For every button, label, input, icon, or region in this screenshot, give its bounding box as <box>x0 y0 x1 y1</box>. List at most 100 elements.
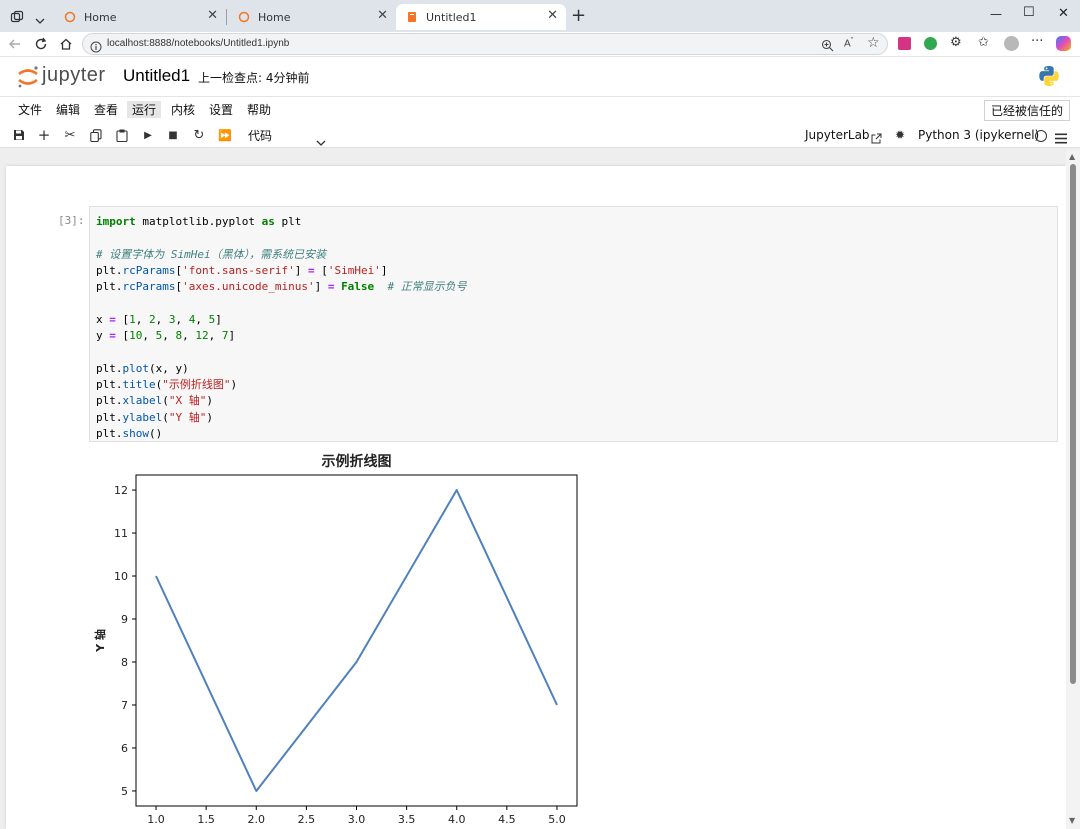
home-icon[interactable] <box>59 36 73 55</box>
code-editor[interactable]: import matplotlib.pyplot as plt # 设置字体为 … <box>96 214 467 442</box>
jupyter-header: jupyter Untitled1 上一检查点: 4分钟前 <box>0 58 1080 96</box>
y-tick-label: 10 <box>114 570 128 583</box>
y-tick-label: 5 <box>121 785 128 798</box>
open-jupyterlab-link[interactable]: JupyterLab <box>805 128 870 142</box>
kernel-name[interactable]: Python 3 (ipykernel) <box>918 128 1039 142</box>
restart-kernel-icon[interactable]: ↻ <box>191 127 207 143</box>
code-comment: # 设置字体为 SimHei（黑体），需系统已安装 <box>96 247 327 261</box>
y-axis-label: Y 轴 <box>93 629 107 653</box>
tab-actions-chevron-icon[interactable] <box>34 11 46 24</box>
x-tick-label: 4.5 <box>498 813 516 826</box>
address-bar[interactable]: localhost:8888/notebooks/Untitled1.ipynb… <box>82 33 888 55</box>
more-menu-icon[interactable]: ··· <box>1031 34 1043 49</box>
last-checkpoint: 上一检查点: 4分钟前 <box>198 71 310 85</box>
add-cell-icon[interactable]: + <box>36 126 52 144</box>
back-arrow-icon[interactable] <box>8 36 22 55</box>
x-tick-label: 3.0 <box>348 813 366 826</box>
external-link-icon[interactable] <box>871 129 882 148</box>
close-tab-icon[interactable]: ✕ <box>207 8 218 23</box>
python-logo-icon <box>1037 64 1061 92</box>
restart-run-all-icon[interactable]: ⏩ <box>217 127 233 143</box>
browser-tab-home-2[interactable]: Home ✕ <box>228 4 396 30</box>
jupyter-menu-bar: 文件 编辑 查看 运行 内核 设置 帮助 已经被信任的 <box>0 96 1080 121</box>
run-cell-icon[interactable]: ▶ <box>140 127 156 143</box>
execution-count-prompt: [3]: <box>58 214 85 227</box>
x-tick-label: 1.0 <box>147 813 165 826</box>
menu-edit[interactable]: 编辑 <box>56 101 80 118</box>
jupyter-logo-icon <box>18 66 38 88</box>
notebook-page: [3]: import matplotlib.pyplot as plt # 设… <box>6 166 1066 829</box>
menu-help[interactable]: 帮助 <box>247 101 271 118</box>
url-text: localhost:8888/notebooks/Untitled1.ipynb <box>107 38 290 49</box>
line-chart-output: 1.0 1.5 2.0 2.5 3.0 3.5 4.0 4.5 5.0 5 6 7 8 9 10 11 12 示例… <box>93 453 578 826</box>
x-tick-label: 2.0 <box>248 813 265 826</box>
close-tab-icon[interactable]: ✕ <box>377 8 388 23</box>
jupyter-logo[interactable]: jupyter <box>16 64 116 90</box>
favorite-star-icon[interactable]: ☆ <box>867 35 880 51</box>
menu-run[interactable]: 运行 <box>127 101 162 118</box>
site-info-icon[interactable] <box>90 38 102 57</box>
scrollbar-thumb[interactable] <box>1070 164 1076 684</box>
x-tick-label: 5.0 <box>548 813 566 826</box>
y-tick-label: 9 <box>121 613 128 626</box>
jupyter-favicon-icon <box>64 11 76 23</box>
menu-kernel[interactable]: 内核 <box>171 101 195 118</box>
close-window-button[interactable]: ✕ <box>1058 6 1069 21</box>
extension-green-icon[interactable] <box>924 37 937 50</box>
maximize-button[interactable]: ☐ <box>1023 5 1035 20</box>
minimize-button[interactable]: — <box>990 7 1002 21</box>
notebook-favicon-icon <box>408 12 416 22</box>
cut-icon[interactable]: ✂ <box>62 127 78 143</box>
code-keyword: import <box>96 215 136 228</box>
browser-tab-home-1[interactable]: Home ✕ <box>54 4 226 30</box>
tab-separator <box>226 9 227 25</box>
read-aloud-icon[interactable]: A” <box>844 37 853 49</box>
y-tick-label: 6 <box>121 742 128 755</box>
extension-translate-icon[interactable] <box>898 37 911 50</box>
scroll-down-arrow-icon[interactable]: ▼ <box>1069 816 1075 825</box>
notebook-toolbar: + ✂ ▶ ■ ↻ ⏩ 代码 JupyterLab ✹ Python 3 (ip… <box>0 122 1080 148</box>
workspaces-icon[interactable] <box>10 9 24 23</box>
menu-hamburger-icon[interactable] <box>1055 129 1067 148</box>
jupyter-favicon-icon <box>238 11 250 23</box>
x-tick-label: 2.5 <box>298 813 316 826</box>
cell-type-select[interactable]: 代码 <box>248 127 272 144</box>
refresh-icon[interactable] <box>34 36 48 55</box>
extensions-puzzle-icon[interactable]: ⚙ <box>950 35 962 50</box>
y-tick-label: 8 <box>121 656 128 669</box>
browser-tab-untitled1[interactable]: Untitled1 ✕ <box>396 4 566 30</box>
menu-view[interactable]: 查看 <box>94 101 118 118</box>
x-tick-label: 4.0 <box>448 813 466 826</box>
copilot-icon[interactable] <box>1056 36 1071 51</box>
x-tick-label: 1.5 <box>197 813 215 826</box>
code-cell-input[interactable]: import matplotlib.pyplot as plt # 设置字体为 … <box>89 206 1058 442</box>
tab-title: Untitled1 <box>426 10 477 24</box>
tab-title: Home <box>84 10 117 24</box>
y-tick-label: 12 <box>114 484 128 497</box>
notebook-title[interactable]: Untitled1 <box>123 66 190 86</box>
close-tab-icon[interactable]: ✕ <box>547 8 558 23</box>
x-tick-label: 3.5 <box>398 813 416 826</box>
menu-settings[interactable]: 设置 <box>209 101 233 118</box>
code-keyword: as <box>261 215 275 228</box>
kernel-status-idle-icon <box>1035 130 1047 142</box>
new-tab-button[interactable]: + <box>571 5 586 26</box>
plot-frame <box>135 474 578 807</box>
trusted-indicator[interactable]: 已经被信任的 <box>983 100 1070 121</box>
zoom-icon[interactable] <box>821 37 834 56</box>
favorites-icon[interactable]: ✩ <box>978 35 989 50</box>
save-icon[interactable] <box>11 127 27 143</box>
interrupt-kernel-icon[interactable]: ■ <box>165 127 181 143</box>
tab-title: Home <box>258 10 291 24</box>
y-tick-label: 7 <box>121 699 128 712</box>
browser-navigation-bar: localhost:8888/notebooks/Untitled1.ipynb… <box>0 32 1080 57</box>
notebook-area: [3]: import matplotlib.pyplot as plt # 设… <box>0 148 1080 829</box>
notebook-scrollbar[interactable]: ▲ ▼ <box>1066 150 1080 829</box>
menu-file[interactable]: 文件 <box>18 101 42 118</box>
chart-title: 示例折线图 <box>322 453 392 470</box>
profile-avatar[interactable] <box>1004 36 1019 51</box>
copy-icon[interactable] <box>88 127 104 143</box>
scroll-up-arrow-icon[interactable]: ▲ <box>1069 152 1075 161</box>
paste-icon[interactable] <box>114 127 130 143</box>
debugger-bug-icon[interactable]: ✹ <box>895 128 905 142</box>
